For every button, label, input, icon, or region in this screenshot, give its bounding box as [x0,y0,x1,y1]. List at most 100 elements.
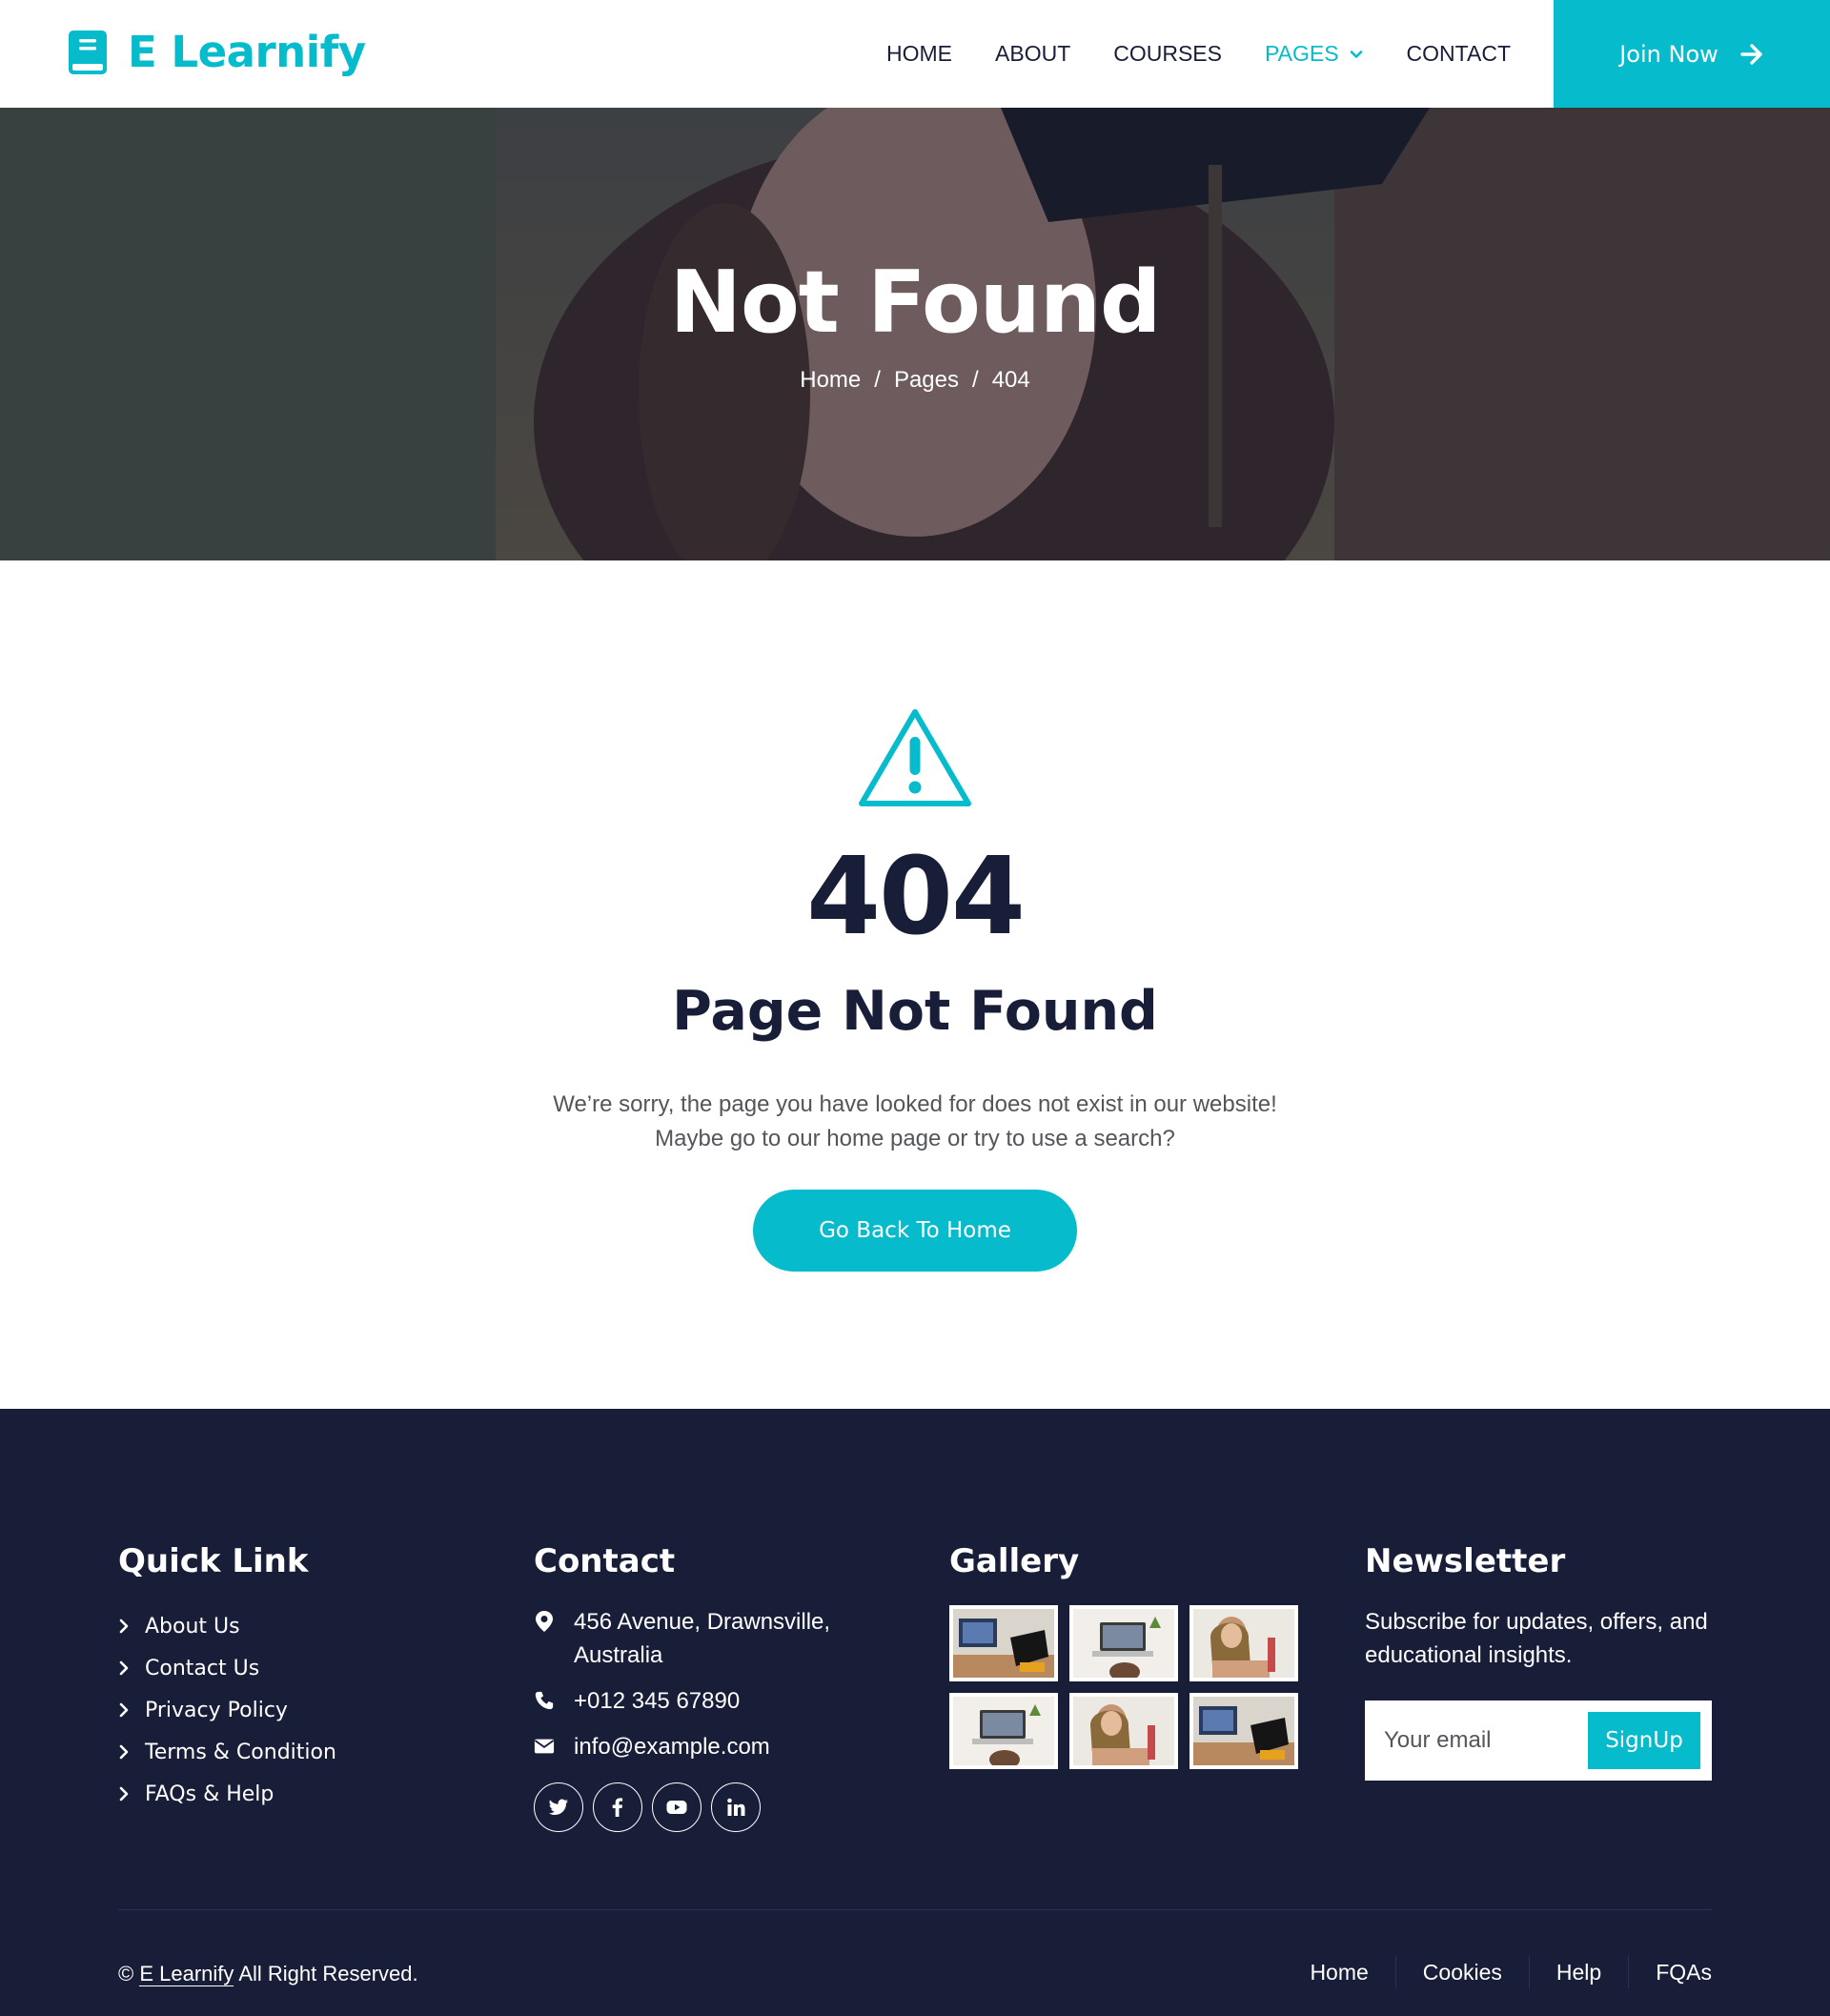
go-back-home-button[interactable]: Go Back To Home [753,1190,1077,1272]
brand-logo[interactable]: E Learnify [67,27,366,77]
quick-link-column: Quick Link About Us Contact Us Privacy P… [118,1542,480,1815]
breadcrumb-pages[interactable]: Pages [894,367,959,394]
not-found-section: 404 Page Not Found We’re sorry, the page… [0,560,1830,1409]
contact-email[interactable]: info@example.com [534,1730,896,1763]
gallery-thumb-2[interactable] [1069,1605,1178,1681]
breadcrumb: Home / Pages / 404 [0,367,1830,394]
gallery-heading: Gallery [949,1542,1080,1580]
quick-link-about-us[interactable]: About Us [118,1605,480,1647]
quick-link-terms[interactable]: Terms & Condition [118,1731,480,1773]
breadcrumb-separator: / [972,367,979,393]
nav-courses[interactable]: COURSES [1113,41,1222,67]
nav-contact[interactable]: CONTACT [1407,41,1511,67]
error-message-line-1: We’re sorry, the page you have looked fo… [553,1091,1277,1117]
copyright-brand-link[interactable]: E Learnify [139,1962,234,1986]
navbar: E Learnify HOME ABOUT COURSES PAGES CONT… [0,0,1830,108]
chevron-right-icon [119,1619,129,1634]
twitter-icon [549,1799,568,1815]
phone-icon [535,1691,554,1710]
quick-link-privacy-policy[interactable]: Privacy Policy [118,1689,480,1731]
social-links [534,1782,896,1832]
linkedin-icon [727,1798,745,1816]
newsletter-description: Subscribe for updates, offers, and educa… [1365,1609,1708,1668]
main-nav: HOME ABOUT COURSES PAGES CONTACT [886,0,1511,108]
nav-home[interactable]: HOME [886,41,952,67]
gallery-thumb-4[interactable] [949,1693,1058,1769]
contact-heading: Contact [534,1542,676,1580]
gallery-thumb-6[interactable] [1190,1693,1298,1769]
contact-address: 456 Avenue, Drawnsville, Australia [534,1605,896,1672]
chevron-down-icon [1350,50,1362,58]
chevron-right-icon [119,1660,129,1676]
footer-link-cookies[interactable]: Cookies [1394,1956,1529,1988]
breadcrumb-current: 404 [991,367,1030,393]
page-header-hero: Not Found Home / Pages / 404 [0,108,1830,560]
footer-bottom-links: Home Cookies Help FQAs [1283,1956,1712,1988]
quick-link-contact-us[interactable]: Contact Us [118,1647,480,1689]
gallery-column: Gallery [949,1542,1312,1769]
quick-link-faqs[interactable]: FAQs & Help [118,1773,480,1815]
linkedin-button[interactable] [711,1782,761,1832]
gallery-thumb-1[interactable] [949,1605,1058,1681]
nav-about-label: ABOUT [995,41,1071,66]
newsletter-email-input[interactable] [1384,1717,1575,1764]
footer-divider [118,1909,1712,1910]
quick-link-heading: Quick Link [118,1542,309,1580]
quick-link-label: FAQs & Help [145,1782,274,1806]
footer: Quick Link About Us Contact Us Privacy P… [0,1409,1830,2016]
gallery-grid [949,1605,1312,1769]
course-image-1 [1193,1697,1294,1765]
chevron-right-icon [119,1786,129,1802]
quick-link-label: Terms & Condition [145,1740,336,1764]
copyright-text: All Right Reserved. [238,1962,418,1985]
phone-text: +012 345 67890 [574,1688,741,1714]
error-title: Page Not Found [672,980,1158,1043]
newsletter-form: SignUp [1365,1700,1712,1781]
book-icon [69,30,107,74]
chevron-right-icon [119,1702,129,1718]
chevron-right-icon [119,1744,129,1760]
join-now-label: Join Now [1619,40,1718,68]
facebook-button[interactable] [593,1782,642,1832]
footer-link-help[interactable]: Help [1528,1956,1628,1988]
contact-column: Contact 456 Avenue, Drawnsville, Austral… [534,1542,896,1832]
nav-contact-label: CONTACT [1406,41,1511,66]
error-message-line-2: Maybe go to our home page or try to use … [655,1126,1175,1151]
quick-link-list: About Us Contact Us Privacy Policy Terms… [118,1605,480,1815]
error-message: We’re sorry, the page you have looked fo… [0,1088,1830,1156]
email-text: info@example.com [574,1734,770,1760]
contact-phone[interactable]: +012 345 67890 [534,1684,896,1718]
copyright: © E Learnify All Right Reserved. [118,1962,418,1986]
quick-link-label: Contact Us [145,1656,260,1680]
copyright-symbol: © [118,1962,134,1985]
course-image-3 [1073,1697,1174,1765]
nav-about[interactable]: ABOUT [995,41,1070,67]
envelope-icon [534,1739,555,1754]
page-title: Not Found [669,253,1162,353]
gallery-thumb-3[interactable] [1190,1605,1298,1681]
nav-pages-label: PAGES [1265,41,1339,66]
gallery-thumb-5[interactable] [1069,1693,1178,1769]
footer-link-home[interactable]: Home [1283,1956,1394,1988]
join-now-button[interactable]: Join Now [1554,0,1830,108]
course-image-2 [1073,1609,1174,1678]
facebook-icon [612,1798,623,1817]
course-image-3 [1193,1609,1294,1678]
footer-link-fqas[interactable]: FQAs [1628,1956,1712,1988]
warning-triangle-icon [859,709,971,806]
address-text: 456 Avenue, Drawnsville, Australia [574,1609,831,1668]
twitter-button[interactable] [534,1782,583,1832]
brand-name: E Learnify [128,27,366,77]
breadcrumb-home[interactable]: Home [800,367,861,394]
nav-pages[interactable]: PAGES [1265,41,1364,67]
newsletter-heading: Newsletter [1365,1542,1566,1580]
arrow-right-icon [1740,43,1762,65]
youtube-button[interactable] [652,1782,702,1832]
youtube-icon [666,1801,687,1814]
nav-home-label: HOME [886,41,953,66]
quick-link-label: About Us [145,1614,240,1639]
newsletter-signup-button[interactable]: SignUp [1588,1712,1700,1769]
error-code: 404 [806,835,1026,959]
nav-courses-label: COURSES [1113,41,1222,66]
map-marker-icon [536,1611,553,1632]
